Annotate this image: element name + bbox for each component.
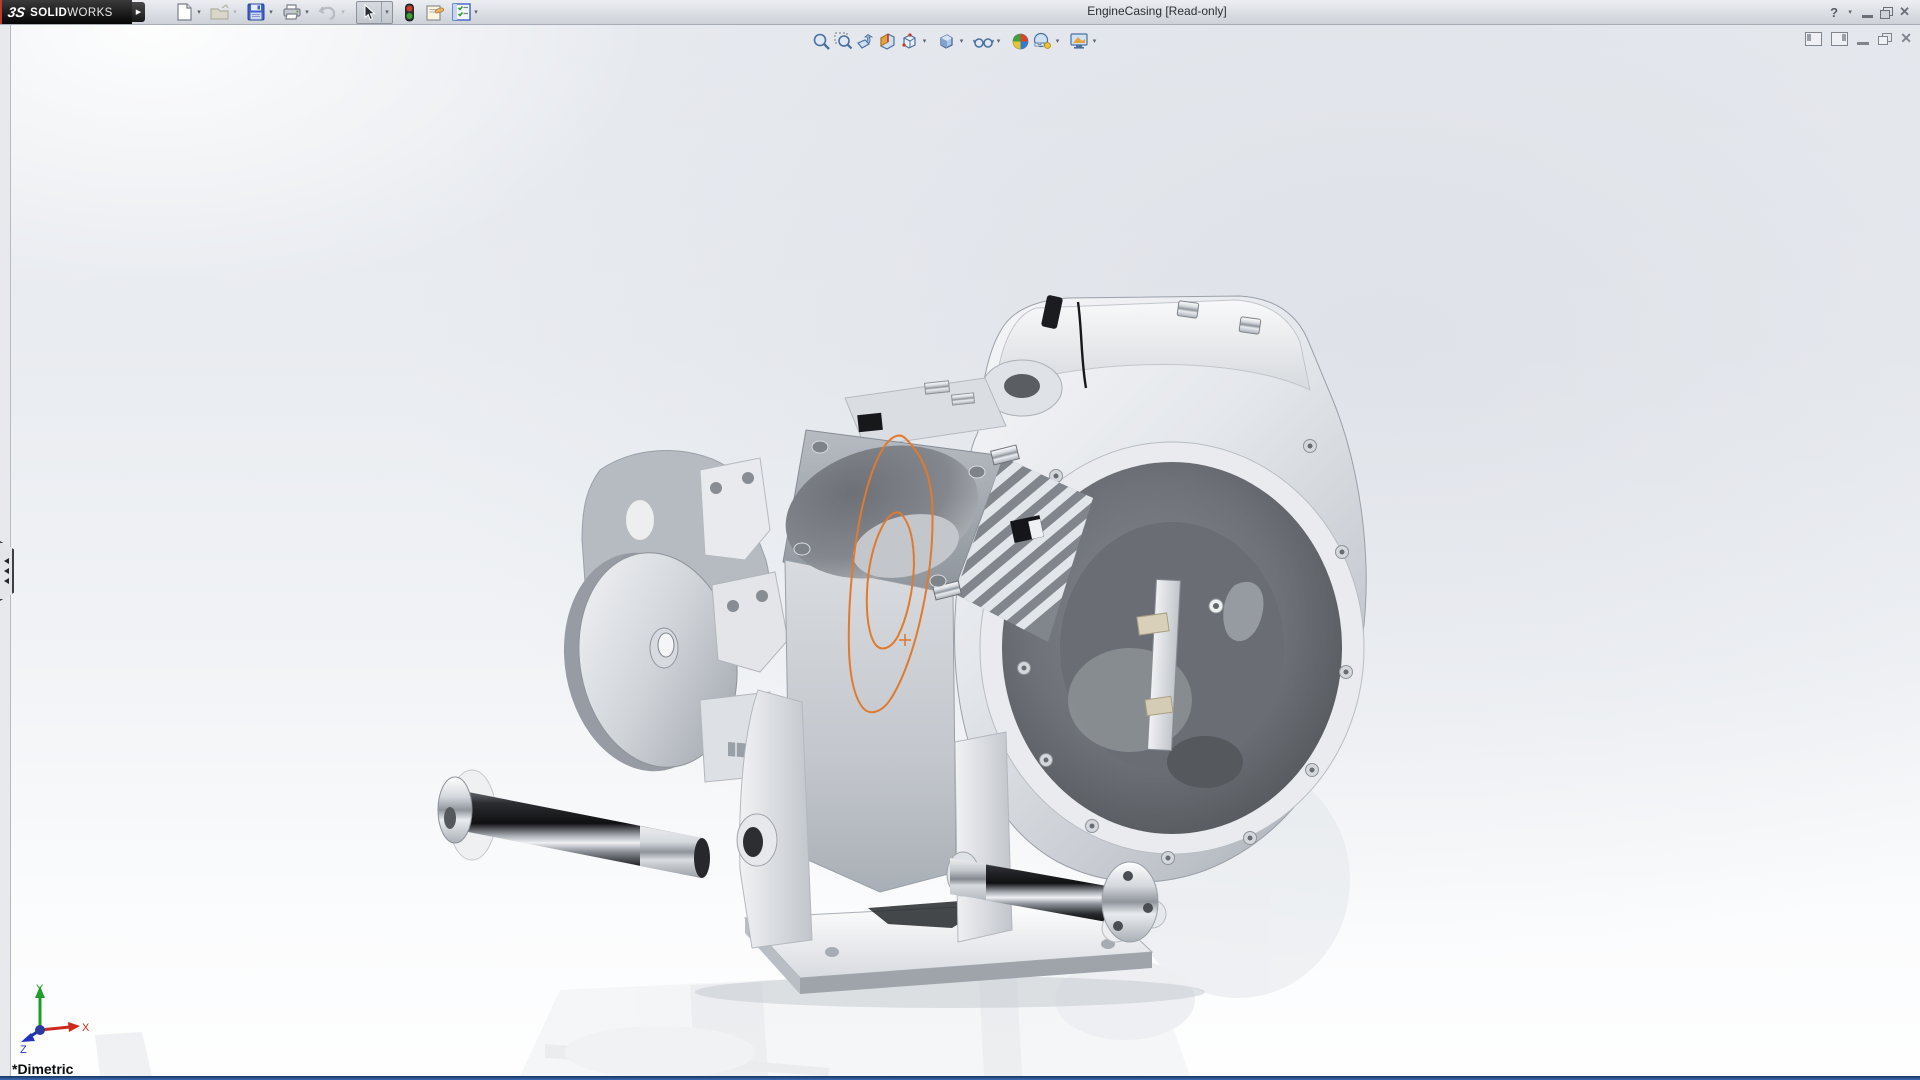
- view-settings-button[interactable]: [1068, 30, 1090, 52]
- hide-show-items-button[interactable]: [972, 30, 994, 52]
- select-tool-button[interactable]: ▾: [356, 1, 393, 24]
- display-style-button[interactable]: [935, 30, 957, 52]
- printer-icon: [282, 3, 302, 21]
- zoom-to-area-icon: [834, 32, 853, 51]
- save-floppy-icon: [247, 3, 265, 21]
- new-document-icon: [176, 3, 193, 21]
- stoplight-icon: [404, 3, 415, 22]
- chevron-down-icon[interactable]: ▾: [381, 2, 392, 22]
- close-button[interactable]: ✕: [1899, 4, 1910, 20]
- save-button[interactable]: [246, 2, 266, 22]
- reference-triad: Y X Z: [14, 980, 94, 1058]
- open-folder-icon: [210, 3, 230, 21]
- file-properties-icon: [425, 3, 445, 22]
- chevron-down-icon[interactable]: ▾: [194, 2, 204, 22]
- window-title: EngineCasing [Read-only]: [1087, 4, 1226, 18]
- eyeglasses-icon: [973, 32, 994, 51]
- feature-manager-collapse-tab[interactable]: [0, 541, 14, 601]
- graphics-viewport[interactable]: ▾ ▾ ▾: [0, 25, 1920, 1076]
- view-orientation-icon: [900, 32, 919, 51]
- chevron-down-icon: ▾: [338, 2, 348, 22]
- chevron-down-icon[interactable]: ▾: [1845, 2, 1855, 22]
- collapse-left-arrow-icon: [4, 578, 9, 584]
- section-view-button[interactable]: [876, 30, 898, 52]
- toggle-right-pane-button[interactable]: [1831, 32, 1848, 46]
- chevron-down-icon[interactable]: ▾: [471, 2, 481, 22]
- minimize-button[interactable]: [1862, 7, 1873, 18]
- zoom-to-fit-icon: [812, 32, 831, 51]
- solidworks-logo: 3S SOLIDWORKS: [0, 0, 132, 24]
- zoom-to-area-button[interactable]: [832, 30, 854, 52]
- open-button[interactable]: [210, 2, 230, 22]
- view-settings-icon: [1069, 32, 1089, 51]
- engine-casing-model[interactable]: [0, 25, 1920, 1076]
- chevron-down-icon[interactable]: ▾: [957, 31, 966, 51]
- chevron-down-icon[interactable]: ▾: [266, 2, 276, 22]
- restore-document-button[interactable]: [1878, 33, 1891, 44]
- window-controls: ? ▾ ✕: [1830, 0, 1910, 24]
- display-style-icon: [937, 32, 956, 51]
- left-stand-column[interactable]: [737, 690, 812, 948]
- apply-scene-button[interactable]: [1031, 30, 1053, 52]
- apply-scene-icon: [1032, 32, 1052, 51]
- y-axis-label: Y: [36, 983, 44, 995]
- z-axis-label: Z: [20, 1044, 27, 1056]
- document-window-controls: ✕: [1805, 30, 1912, 47]
- brand-text-works: WORKS: [67, 7, 112, 19]
- solidworks-window: 3S SOLIDWORKS ▶ ▾: [0, 0, 1920, 1080]
- collapse-left-arrow-icon: [4, 568, 9, 574]
- flyout-right-arrow-icon: ▶: [136, 8, 141, 16]
- toggle-left-pane-icon: [1805, 32, 1822, 46]
- edit-appearance-button[interactable]: [1009, 30, 1031, 52]
- restore-button[interactable]: [1880, 7, 1892, 17]
- toggle-left-pane-button[interactable]: [1805, 32, 1822, 46]
- heads-up-view-toolbar: ▾ ▾ ▾: [810, 29, 1099, 53]
- stoplight-button[interactable]: [399, 2, 419, 22]
- left-support-shaft[interactable]: [438, 770, 710, 878]
- options-button[interactable]: [451, 2, 471, 22]
- bottom-window-edge: [0, 1076, 1920, 1080]
- options-checklist-icon: [452, 3, 471, 21]
- previous-view-button[interactable]: [854, 30, 876, 52]
- collapse-left-arrow-icon: [4, 558, 9, 564]
- restore-icon: [1880, 7, 1892, 17]
- logo-left-accent: [0, 0, 2, 24]
- title-bar: 3S SOLIDWORKS ▶ ▾: [0, 0, 1920, 25]
- restore-document-icon: [1878, 33, 1891, 44]
- previous-view-icon: [855, 32, 875, 51]
- x-axis-label: X: [82, 1022, 90, 1034]
- undo-button: [318, 2, 338, 22]
- close-document-button[interactable]: ✕: [1900, 30, 1912, 47]
- view-orientation-label: *Dimetric: [12, 1061, 73, 1077]
- chevron-down-icon[interactable]: ▾: [920, 31, 929, 51]
- chevron-down-icon[interactable]: ▾: [302, 2, 312, 22]
- brand-text-solid: SOLID: [30, 7, 67, 19]
- section-view-icon: [878, 32, 897, 51]
- dassault-3s-logo-icon: 3S: [7, 4, 27, 20]
- chevron-down-icon: ▾: [230, 2, 240, 22]
- undo-arrow-icon: [318, 3, 338, 21]
- select-cursor-icon: [359, 2, 379, 22]
- chevron-down-icon[interactable]: ▾: [994, 31, 1003, 51]
- chevron-down-icon[interactable]: ▾: [1053, 31, 1062, 51]
- zoom-to-fit-button[interactable]: [810, 30, 832, 52]
- standard-toolbar: ▾ ▾ ▾: [168, 0, 481, 24]
- chevron-down-icon[interactable]: ▾: [1090, 31, 1099, 51]
- print-button[interactable]: [282, 2, 302, 22]
- file-properties-button[interactable]: [425, 2, 445, 22]
- view-orientation-button[interactable]: [898, 30, 920, 52]
- toggle-right-pane-icon: [1831, 32, 1848, 46]
- x-axis-arrow: [68, 1022, 80, 1032]
- new-document-button[interactable]: [174, 2, 194, 22]
- help-button[interactable]: ?: [1830, 5, 1838, 20]
- appearance-ball-icon: [1011, 32, 1030, 51]
- minimize-document-button[interactable]: [1857, 33, 1869, 45]
- menu-flyout-button[interactable]: ▶: [132, 2, 145, 22]
